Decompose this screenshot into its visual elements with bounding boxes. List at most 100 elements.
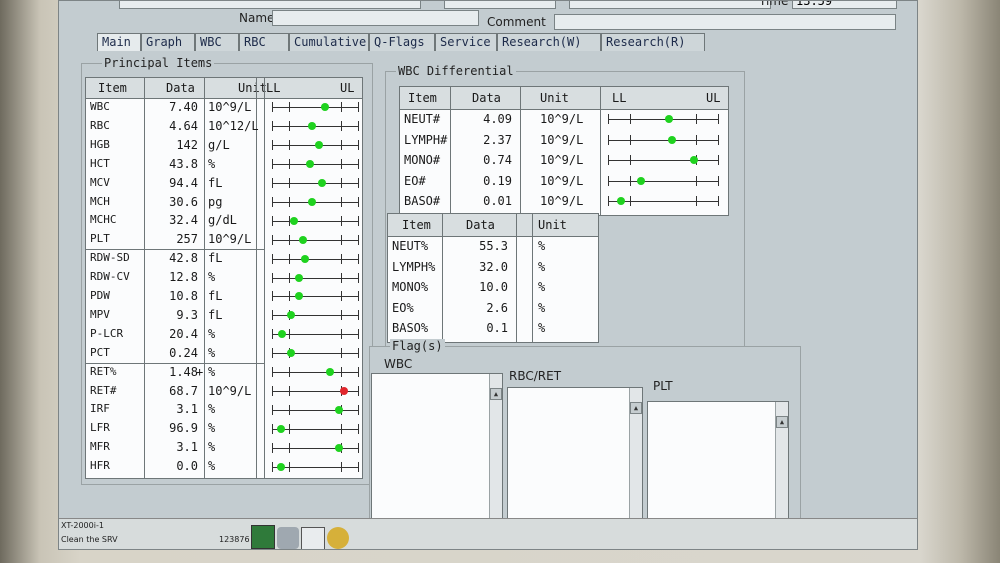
tab-rbc[interactable]: RBC [239, 33, 289, 51]
wbc-abs-range-tick [718, 155, 719, 166]
printer-icon[interactable] [277, 527, 299, 549]
principal-item-name: HFR [90, 459, 110, 473]
principal-range-tick [358, 234, 359, 245]
scroll-up-icon[interactable]: ▲ [490, 388, 502, 400]
tab-service[interactable]: Service [435, 33, 497, 51]
principal-range-tick [358, 159, 359, 170]
principal-col-ll: LL [266, 81, 281, 95]
principal-item-data: 142 [176, 137, 198, 152]
principal-range-tick [358, 272, 359, 283]
principal-item-name: MCH [90, 194, 110, 208]
principal-range-tick [272, 215, 273, 226]
principal-range-tick [358, 215, 359, 226]
wbc-abs-range-tick [630, 114, 631, 125]
principal-range-tick [340, 310, 342, 321]
wbc-abs-result-marker [637, 176, 645, 185]
principal-item-data: 9.3 [176, 307, 198, 322]
warning-icon[interactable] [327, 527, 349, 549]
principal-range-line [272, 277, 358, 279]
principal-result-marker [321, 103, 330, 112]
principal-range-line [272, 107, 358, 109]
scroll-up-icon[interactable]: ▲ [630, 402, 642, 414]
flags-rbc-label: RBC/RET [509, 369, 562, 383]
top-field-left[interactable] [119, 1, 421, 9]
principal-item-unit: 10^9/L [208, 232, 252, 247]
wbc-pct-item-unit: % [538, 300, 546, 315]
tab-graph[interactable]: Graph [141, 33, 195, 51]
principal-item-data: 0.24 [169, 345, 198, 360]
wbc-abs-range-tick [718, 134, 719, 145]
wbc-abs-item-unit: 10^9/L [540, 194, 584, 208]
principal-range-tick [340, 291, 342, 302]
principal-item-name: MFR [90, 440, 110, 454]
principal-col-divider [264, 78, 265, 478]
principal-item-unit: g/L [208, 137, 230, 152]
wbc-abs-item-data: 0.19 [483, 173, 512, 188]
principal-item-name: HCT [90, 156, 110, 170]
wbc-abs-table: Item Data Unit LL UL NEUT# 4.09 10^9/L LYMPH# 2.3… [399, 86, 729, 216]
time-field[interactable]: 13:59 [792, 1, 897, 9]
top-field-right[interactable] [569, 1, 771, 9]
flags-wbc-scrollbar[interactable]: ▲ ▼ [489, 374, 502, 536]
principal-range-tick [358, 423, 359, 434]
tab-q-flags[interactable]: Q-Flags [369, 33, 435, 51]
principal-col-item: Item [98, 81, 127, 95]
principal-item-data: 10.8 [169, 289, 198, 303]
principal-item-name: MPV [90, 307, 110, 321]
principal-result-marker [317, 179, 326, 188]
wbc-abs-result-marker [667, 135, 676, 144]
top-field-mid[interactable] [444, 1, 556, 9]
principal-item-unit: % [208, 345, 216, 360]
wbc-pct-item-data: 55.3 [479, 239, 508, 253]
wbc-abs-range-tick [608, 175, 609, 186]
principal-range-tick [289, 178, 291, 189]
tab-research-r[interactable]: Research(R) [601, 33, 705, 51]
wbc-abs-result-marker [664, 115, 673, 124]
principal-item-data: 7.40 [169, 100, 198, 114]
tab-wbc[interactable]: WBC [195, 33, 239, 51]
tab-cumulative[interactable]: Cumulative [289, 33, 369, 51]
principal-result-marker [286, 311, 295, 320]
principal-range-tick [289, 253, 291, 264]
principal-range-tick [289, 291, 291, 302]
principal-range-tick [272, 178, 273, 189]
principal-range-line [272, 315, 358, 317]
data-icon[interactable] [301, 527, 325, 549]
sampler-icon[interactable] [251, 525, 275, 549]
principal-range-line [272, 239, 358, 241]
principal-range-line [272, 409, 358, 411]
principal-range-tick [358, 140, 359, 151]
principal-item-data: 68.7 [169, 383, 198, 398]
principal-item-data: 4.64 [169, 118, 198, 133]
comment-field[interactable] [554, 14, 896, 30]
principal-item-unit: % [208, 156, 216, 171]
principal-item-name: MCV [90, 175, 110, 189]
wbc-abs-item-name: NEUT# [404, 112, 441, 126]
flags-wbc-list[interactable]: ▲ ▼ [371, 373, 503, 537]
principal-item-unit: fL [208, 289, 223, 303]
principal-result-marker [276, 424, 285, 433]
principal-range-tick [272, 423, 273, 434]
scroll-up-icon[interactable]: ▲ [776, 416, 788, 428]
principal-item-name: RDW-CV [90, 270, 130, 284]
principal-range-tick [272, 442, 273, 453]
principal-range-line [272, 428, 358, 430]
name-field[interactable] [272, 10, 479, 26]
principal-item-unit: pg [208, 194, 223, 209]
flags-wbc-label: WBC [384, 357, 413, 371]
principal-range-tick [340, 423, 342, 434]
wbc-abs-item-name: MONO# [404, 153, 441, 167]
principal-item-name: PDW [90, 289, 110, 302]
principal-item-name: RET# [90, 383, 117, 397]
principal-range-tick [272, 102, 273, 113]
principal-result-marker [308, 122, 317, 131]
principal-item-data: 43.8 [169, 156, 198, 171]
tab-main[interactable]: Main [97, 33, 141, 51]
wbc-abs-col-divider [600, 87, 601, 215]
principal-item-name: LFR [90, 421, 110, 435]
tab-research-w[interactable]: Research(W) [497, 33, 601, 51]
principal-item-data: 20.4 [169, 326, 198, 341]
principal-item-unit: g/dL [208, 213, 237, 228]
wbc-abs-range-tick [718, 196, 719, 207]
wbc-abs-item-name: BASO# [404, 194, 441, 208]
